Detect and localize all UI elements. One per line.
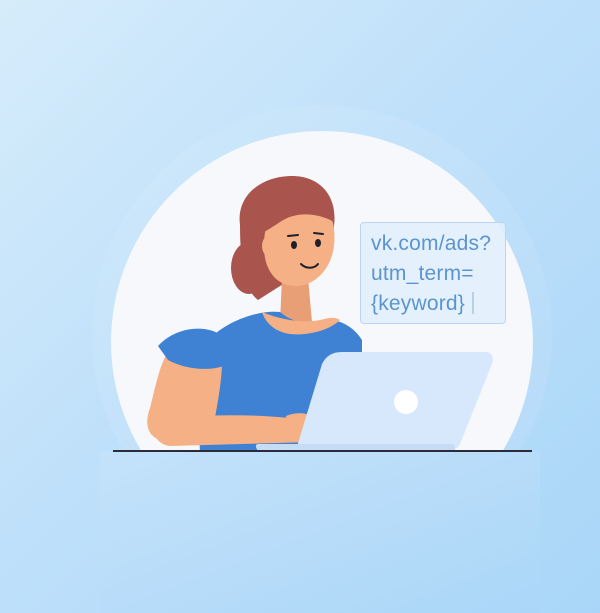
brow-left: [287, 234, 299, 237]
url-line-2: utm_term=: [371, 262, 474, 285]
url-line-3: {keyword}: [371, 289, 495, 319]
text-caret: [472, 292, 474, 314]
brow-right: [313, 232, 324, 235]
url-snippet-card: vk.com/ads? utm_term= {keyword}: [360, 222, 506, 324]
url-keyword: {keyword}: [371, 292, 466, 315]
eye-left: [291, 241, 297, 249]
scene: vk.com/ads? utm_term= {keyword}: [0, 0, 600, 613]
woman-at-laptop-illustration: [92, 105, 552, 613]
url-line-1: vk.com/ads?: [371, 232, 492, 255]
circle-cut: [100, 451, 540, 613]
eye-right: [315, 239, 321, 247]
ear: [262, 235, 278, 257]
laptop-logo-icon: [394, 390, 418, 414]
